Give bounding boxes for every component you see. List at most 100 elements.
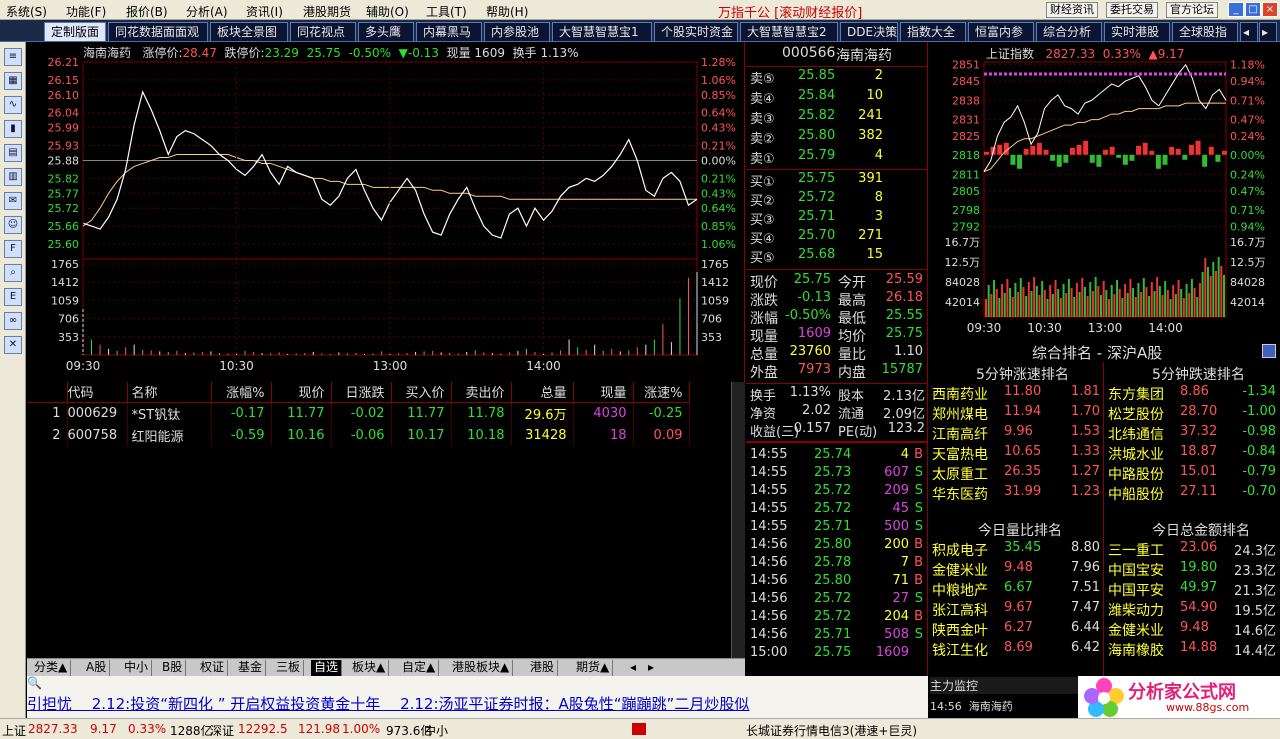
y-tick-pct-label: 0.85%: [701, 89, 736, 102]
menu-system[interactable]: 系统(S): [6, 3, 47, 20]
rank-stock-value: -1.00: [1242, 404, 1276, 419]
maximize-button[interactable]: □: [1245, 2, 1261, 17]
tab-dde[interactable]: DDE决策: [840, 22, 898, 41]
tab-insider-horse[interactable]: 内幕黑马: [416, 22, 482, 41]
cat-tab-fund[interactable]: 基金: [235, 660, 267, 676]
list-scrollbar[interactable]: [731, 382, 745, 660]
news-text[interactable]: 引担忧 2.12:投资“新四化 ” 开启权益投资黄金十年 2.12:汤亚平证券时…: [27, 692, 928, 718]
cat-tab-a-share[interactable]: A股: [83, 660, 111, 676]
tab-smart-box-1[interactable]: 大智慧智慧宝1: [552, 22, 652, 41]
grid-icon[interactable]: ▦: [4, 72, 22, 90]
menu-assist[interactable]: 辅助(O): [366, 3, 409, 20]
x-tick-label: 10:30: [219, 359, 254, 373]
rank-stock-name: 华东医药: [932, 487, 988, 503]
cat-tab-hk[interactable]: 港股: [527, 660, 559, 676]
col-pct[interactable]: 涨幅%: [211, 382, 272, 403]
users-icon[interactable]: ☺: [4, 216, 22, 234]
kline-icon[interactable]: ▮: [4, 120, 22, 138]
col-index[interactable]: [27, 382, 68, 403]
menu-analysis[interactable]: 分析(A): [186, 3, 228, 20]
rank-stock-price: 28.70: [1180, 404, 1218, 419]
trade-button[interactable]: 委托交易: [1106, 2, 1158, 18]
tick-side: B: [914, 555, 923, 570]
col-bid[interactable]: 买入价: [391, 382, 452, 403]
minute-chart-icon[interactable]: ∿: [4, 96, 22, 114]
tab-sector-panorama[interactable]: 板块全景图: [210, 22, 288, 41]
mail-icon[interactable]: ✉: [4, 192, 22, 210]
cat-tab-warrant[interactable]: 权证: [197, 660, 229, 676]
etf-icon[interactable]: E: [4, 288, 22, 306]
tab-data-overview[interactable]: 同花数据面面观: [108, 22, 208, 41]
tab-bull-eagle[interactable]: 多头鹰: [358, 22, 414, 41]
rank-stock-name: 洪城水业: [1108, 447, 1164, 463]
col-change[interactable]: 日涨跌: [331, 382, 392, 403]
cat-tab-sector[interactable]: 板块▲: [349, 660, 390, 676]
index-pct-tick-label: 0.24%: [1230, 130, 1265, 143]
tab-comprehensive[interactable]: 综合分析: [1036, 22, 1102, 41]
cat-tab-watchlist[interactable]: 自选: [311, 660, 343, 676]
cat-tab-category[interactable]: 分类▲: [31, 660, 72, 676]
menu-quote[interactable]: 报价(B): [126, 3, 168, 20]
table-row[interactable]: 2 600758 红阳能源 -0.59 10.16 -0.06 10.17 10…: [27, 424, 690, 446]
cat-tab-sme[interactable]: 中小: [121, 660, 153, 676]
y-tick-pct-label: 0.21%: [701, 140, 736, 153]
menu-function[interactable]: 功能(F): [66, 3, 106, 20]
tab-smart-box-2[interactable]: 大智慧智慧宝2: [740, 22, 838, 41]
cat-tab-futures[interactable]: 期货▲: [573, 660, 614, 676]
tab-scroll-left[interactable]: ◂: [1240, 22, 1258, 41]
col-ask[interactable]: 卖出价: [451, 382, 512, 403]
minimize-button[interactable]: _: [1228, 2, 1244, 17]
tab-hengfu[interactable]: 恒富内参: [968, 22, 1034, 41]
news-ticker[interactable]: 🔍 引担忧 2.12:投资“新四化 ” 开启权益投资黄金十年 2.12:汤亚平证…: [27, 676, 928, 718]
col-code[interactable]: 代码: [67, 382, 128, 403]
tab-scroll-right[interactable]: ▸: [1259, 22, 1277, 41]
cell-volume: 31428: [511, 424, 574, 446]
monitor-row[interactable]: 14:56 海南海药: [930, 698, 1013, 714]
cat-tab-third-board[interactable]: 三板: [273, 660, 305, 676]
menu-hk-futures[interactable]: 港股期货: [303, 3, 351, 20]
category-tabs: 分类▲ A股 中小 B股 权证 基金 三板 自选 板块▲ 自定▲ 港股板块▲ 港…: [27, 658, 745, 676]
link-icon[interactable]: ∞: [4, 312, 22, 330]
index-pct-tick-label: 0.94%: [1230, 75, 1265, 88]
tab-index-list[interactable]: 指数大全: [900, 22, 966, 41]
cat-tab-scroll-right[interactable]: ▸: [645, 660, 657, 676]
f10-icon[interactable]: F: [4, 240, 22, 258]
ranking-settings-icon[interactable]: [1262, 344, 1276, 358]
cat-tab-custom[interactable]: 自定▲: [399, 660, 440, 676]
col-cur-vol[interactable]: 现量: [573, 382, 634, 403]
table-row[interactable]: 1 000629 *ST钒钛 -0.17 11.77 -0.02 11.77 1…: [27, 402, 690, 424]
table-icon[interactable]: ▥: [4, 168, 22, 186]
col-volume[interactable]: 总量: [511, 382, 574, 403]
menu-info[interactable]: 资讯(I): [246, 3, 283, 20]
tick-price: 25.74: [814, 447, 852, 462]
y-tick-pct-label: 0.21%: [701, 172, 736, 185]
calc-icon[interactable]: ✕: [4, 336, 22, 354]
tick-time: 14:55: [750, 519, 788, 534]
col-name[interactable]: 名称: [127, 382, 212, 403]
forum-button[interactable]: 官方论坛: [1166, 2, 1218, 18]
cat-tab-scroll-left[interactable]: ◂: [627, 660, 639, 676]
stat-label2: 均价: [838, 329, 866, 345]
search-icon[interactable]: ⌕: [4, 264, 22, 282]
tab-custom-layout[interactable]: 定制版面: [44, 22, 106, 41]
list-icon[interactable]: ≡: [4, 48, 22, 66]
menu-help[interactable]: 帮助(H): [486, 3, 528, 20]
tab-global-index[interactable]: 全球股指: [1172, 22, 1238, 41]
cat-tab-hk-sector[interactable]: 港股板块▲: [449, 660, 514, 676]
col-price[interactable]: 现价: [271, 382, 332, 403]
finance-news-button[interactable]: 财经资讯: [1046, 2, 1098, 18]
magnifier-icon[interactable]: 🔍: [27, 676, 42, 690]
y-tick-label: 26.21: [48, 56, 80, 69]
tab-viewpoint[interactable]: 同花视点: [290, 22, 356, 41]
tab-realtime-fund[interactable]: 个股实时资金: [654, 22, 738, 41]
menu-tools[interactable]: 工具(T): [426, 3, 467, 20]
report-icon[interactable]: ▤: [4, 144, 22, 162]
tab-hk-realtime[interactable]: 实时港股: [1104, 22, 1170, 41]
close-button[interactable]: ×: [1262, 2, 1278, 17]
cat-tab-b-share[interactable]: B股: [159, 660, 187, 676]
col-speed[interactable]: 涨速%: [633, 382, 690, 403]
minute-chart[interactable]: 海南海药 涨停价:28.47 跌停价:23.29 25.75 -0.50% ▼-…: [27, 42, 745, 382]
index-chart[interactable]: 上证指数 2827.33 0.33% ▲9.17 2851 1.18% 2845 0.…: [928, 42, 1280, 342]
sh-pct: 0.33%: [128, 722, 167, 736]
tab-insider-pool[interactable]: 内参股池: [484, 22, 550, 41]
